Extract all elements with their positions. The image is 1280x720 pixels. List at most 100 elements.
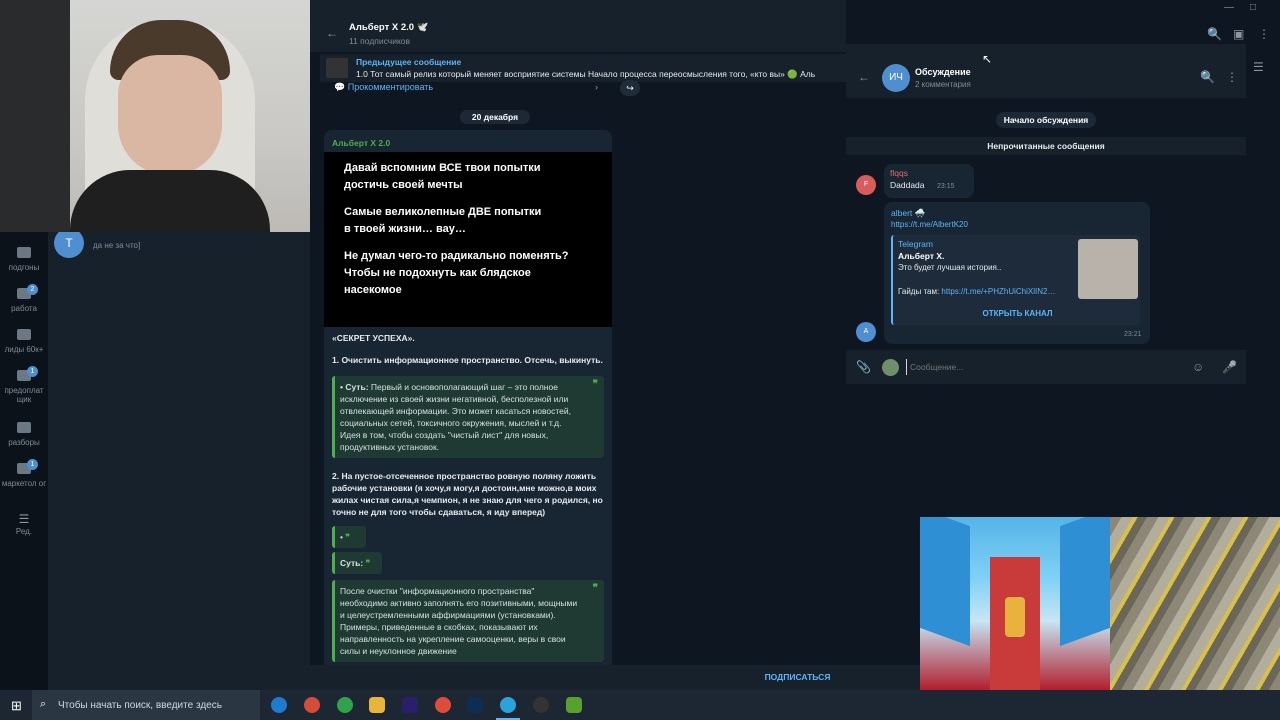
discussion-header: ← ИЧ Обсуждение 2 комментария 🔍 ⋮ [846,58,1246,98]
emoji-icon[interactable]: ☺ [1192,360,1204,374]
preview-site: Telegram [898,239,933,249]
minecraft-icon[interactable] [566,697,582,713]
image-line: Чтобы не подохнуть как блядское [344,267,531,279]
discussion-avatar[interactable]: ИЧ [882,64,910,92]
photoshop-icon[interactable] [467,697,483,713]
channel-header: ← Альберт X 2.0 🕊️ 11 подписчиков [310,0,846,52]
preview-title: Альберт X. [898,251,945,261]
folder-edit[interactable]: ☰ Ред. [0,512,48,536]
pinned-message-bar[interactable]: Предыдущее сообщение 1.0 Тот самый релиз… [320,54,846,82]
pinned-thumbnail [326,58,348,78]
folder-label: Ред. [15,527,33,536]
edge-icon[interactable] [271,697,287,713]
folder-label: предоплат щик [4,386,44,404]
titlebar [846,44,1246,58]
date-separator: 20 декабря [460,110,530,124]
webcam-overlay [0,0,310,232]
unread-badge: 1 [27,459,38,470]
quote-text: После очистки "информационного пространс… [340,586,578,656]
preview-guides-label: Гайды там: [898,287,940,296]
quote-icon: ❞ [592,379,598,390]
post-image[interactable]: Давай вспомним ВСЕ твои попытки достичь … [324,152,612,327]
search-placeholder: Чтобы начать поиск, введите здесь [58,700,222,711]
rug-video-overlay [1110,517,1280,690]
quote-text: Суть: [340,558,364,568]
chat-avatar[interactable]: T [54,228,84,258]
quote-text: Первый и основополагающий шаг – это полн… [340,382,572,452]
chrome-icon[interactable] [337,697,353,713]
folder-icon [17,329,31,340]
more-menu-icon[interactable]: ⋮ [1258,27,1270,41]
chrome-icon[interactable] [304,697,320,713]
message-bubble: albert 🌨️ https://t.me/AlbertK20 Telegra… [884,202,1150,344]
file-explorer-icon[interactable] [369,697,385,713]
character-shape [1005,597,1025,637]
discussion-window: ← ИЧ Обсуждение 2 комментария 🔍 ⋮ Начало… [846,44,1246,384]
blockquote: • ❞ [332,526,366,548]
attach-icon[interactable]: 📎 [856,360,871,374]
user-avatar[interactable]: A [856,322,876,342]
folder-razbory[interactable]: разборы [0,422,48,447]
edit-filters-icon: ☰ [18,512,30,526]
preview-photo [1078,239,1138,299]
minimize-icon[interactable]: — [1224,2,1234,13]
quote-icon: ❞ [592,583,598,594]
folder-label: лиды 60к+ [4,345,44,354]
user-avatar[interactable]: F [856,175,876,195]
quote-bold: • Суть: [340,382,369,392]
message-author[interactable]: flqqs [890,168,908,178]
subscribe-bar: ПОДПИСАТЬСЯ [310,665,920,690]
folder-rabota[interactable]: 2 работа [0,284,48,313]
back-arrow-icon[interactable]: ← [326,26,338,40]
preview-guides-link[interactable]: https://t.me/+PHZhUiChiXlIN2… [941,287,1055,296]
comment-link-label: Прокомментировать [347,82,434,92]
unread-badge: 2 [27,284,38,295]
settings-toggle-icon[interactable]: ☰ [1253,60,1264,74]
obs-icon[interactable] [533,697,549,713]
link-preview[interactable]: Telegram Альберт X. Это будет лучшая ист… [891,235,1140,325]
microphone-icon[interactable]: 🎤 [1222,360,1237,374]
channel-title[interactable]: Альберт X 2.0 🕊️ [349,22,429,33]
blockquote: Суть: ❞ [332,552,382,574]
share-icon[interactable]: ↪ [620,80,640,96]
message-input[interactable] [906,359,1176,375]
sender-avatar[interactable] [882,359,899,376]
message-time: 23:21 [1124,331,1142,338]
building-shape [920,517,970,647]
message-bubble: flqqs Daddada 23:15 [884,164,974,198]
chevron-right-icon[interactable]: › [595,82,598,92]
discussion-title[interactable]: Обсуждение [915,67,971,77]
message-author[interactable]: albert 🌨️ [891,208,925,219]
pinned-text: 1.0 Тот самый релиз который меняет воспр… [356,69,816,79]
folder-predoplata[interactable]: 1 предоплат щик [0,366,48,404]
back-arrow-icon[interactable]: ← [858,70,870,84]
folder-podgony[interactable]: подгоны [0,247,48,272]
folder-lidy[interactable]: лиды 60к+ [0,329,48,354]
taskbar-search[interactable]: ⌕ Чтобы начать поиск, введите здесь [32,690,260,720]
open-channel-button[interactable]: ОТКРЫТЬ КАНАЛ [893,309,1142,318]
composer: 📎 ☺ 🎤 [846,350,1246,384]
folder-marketolog[interactable]: 1 маркетол ог [0,459,48,488]
chrome-icon[interactable] [435,697,451,713]
windows-start-icon[interactable]: ⊞ [11,698,22,714]
image-line: насекомое [344,284,402,296]
image-line: Давай вспомним ВСЕ твои попытки [344,162,541,174]
image-line [344,238,592,248]
maximize-icon[interactable]: □ [1250,2,1256,13]
unread-divider: Непрочитанные сообщения [846,137,1246,155]
more-menu-icon[interactable]: ⋮ [1226,70,1238,84]
chat-preview[interactable]: да не за что] [93,241,140,250]
post-heading: «СЕКРЕТ УСПЕХА». [332,333,415,343]
face-shape [118,55,222,175]
quote-icon: ❞ [345,532,350,542]
premiere-icon[interactable] [402,697,418,713]
blockquote: ❞ • Суть: Первый и основополагающий шаг –… [332,376,604,458]
message-link[interactable]: https://t.me/AlbertK20 [891,220,968,229]
post-author[interactable]: Альберт X 2.0 [332,138,390,148]
search-icon[interactable]: 🔍 [1207,27,1222,41]
telegram-icon[interactable] [500,697,516,713]
comment-link[interactable]: 💬 Прокомментировать [334,82,433,93]
sidebar-toggle-icon[interactable]: ▣ [1233,27,1244,41]
mouse-cursor-icon: ↖ [982,52,993,66]
search-icon[interactable]: 🔍 [1200,70,1215,84]
